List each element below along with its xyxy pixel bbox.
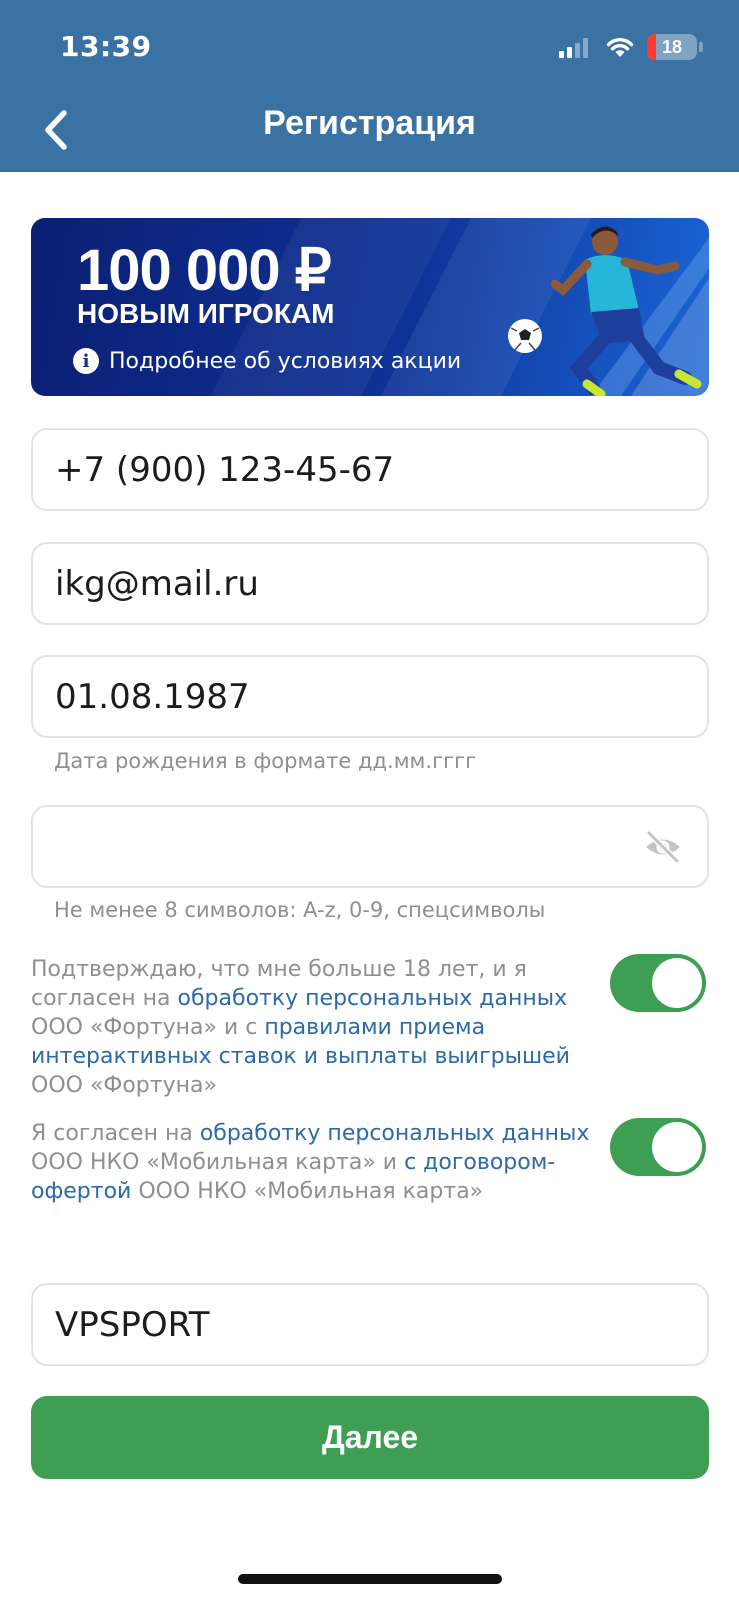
personal-data-link[interactable]: обработку персональных данных: [178, 986, 568, 1011]
password-input[interactable]: [55, 826, 615, 867]
email-input[interactable]: [55, 563, 685, 604]
wifi-icon: [606, 38, 634, 57]
toggle-password-visibility[interactable]: [641, 827, 685, 867]
consent-text-part: ООО НКО «Мобильная карта» и: [31, 1150, 405, 1175]
birthdate-hint: Дата рождения в формате дд.мм.гггг: [54, 749, 477, 773]
toggle-knob: [652, 958, 702, 1008]
consent-text-part: ООО НКО «Мобильная карта»: [131, 1179, 484, 1204]
banner-info-link[interactable]: i Подробнее об условиях акции: [73, 348, 461, 374]
birthdate-field[interactable]: [31, 655, 709, 738]
promo-banner[interactable]: 100 000 ₽ НОВЫМ ИГРОКАМ i Подробнее об у…: [31, 218, 709, 396]
status-time: 13:39: [60, 30, 152, 63]
birthdate-input[interactable]: [55, 676, 685, 717]
eye-off-icon: [646, 830, 680, 864]
email-field[interactable]: [31, 542, 709, 625]
battery-level: 18: [661, 36, 683, 57]
info-icon: i: [73, 348, 99, 374]
battery-icon: 18: [647, 34, 697, 60]
password-hint: Не менее 8 символов: A-z, 0-9, спецсимво…: [54, 898, 546, 922]
page-title: Регистрация: [263, 104, 476, 142]
promo-code-input[interactable]: [55, 1304, 685, 1345]
consent-text-age: Подтверждаю, что мне больше 18 лет, и я …: [31, 955, 591, 1100]
signal-icon: [559, 36, 591, 58]
consent-text-part: ООО «Фортуна»: [31, 1073, 217, 1098]
banner-info-text: Подробнее об условиях акции: [109, 348, 462, 374]
promo-code-field[interactable]: [31, 1283, 709, 1366]
phone-field[interactable]: [31, 428, 709, 511]
player-figure: [550, 226, 702, 396]
phone-input[interactable]: [55, 449, 685, 490]
card-personal-data-link[interactable]: обработку персональных данных: [200, 1121, 590, 1146]
consent-text-part: Я согласен на: [31, 1121, 200, 1146]
soccer-ball-icon: [508, 319, 542, 353]
home-indicator: [238, 1574, 502, 1584]
banner-amount: 100 000 ₽: [77, 238, 332, 303]
consent-text-part: ООО «Фортуна» и с: [31, 1015, 265, 1040]
banner-subtitle: НОВЫМ ИГРОКАМ: [77, 298, 335, 329]
next-button[interactable]: Далее: [31, 1396, 709, 1479]
consent-age-toggle[interactable]: [610, 954, 706, 1012]
consent-text-card: Я согласен на обработку персональных дан…: [31, 1119, 591, 1206]
battery-tip: [699, 42, 703, 52]
password-field[interactable]: [31, 805, 709, 888]
footballer-illustration: [508, 226, 702, 396]
header-bar: 13:39 18 Регистрация: [0, 0, 739, 172]
battery-fill: [647, 34, 656, 60]
consent-card-toggle[interactable]: [610, 1118, 706, 1176]
status-icons: 18: [559, 32, 703, 62]
toggle-knob: [652, 1122, 702, 1172]
